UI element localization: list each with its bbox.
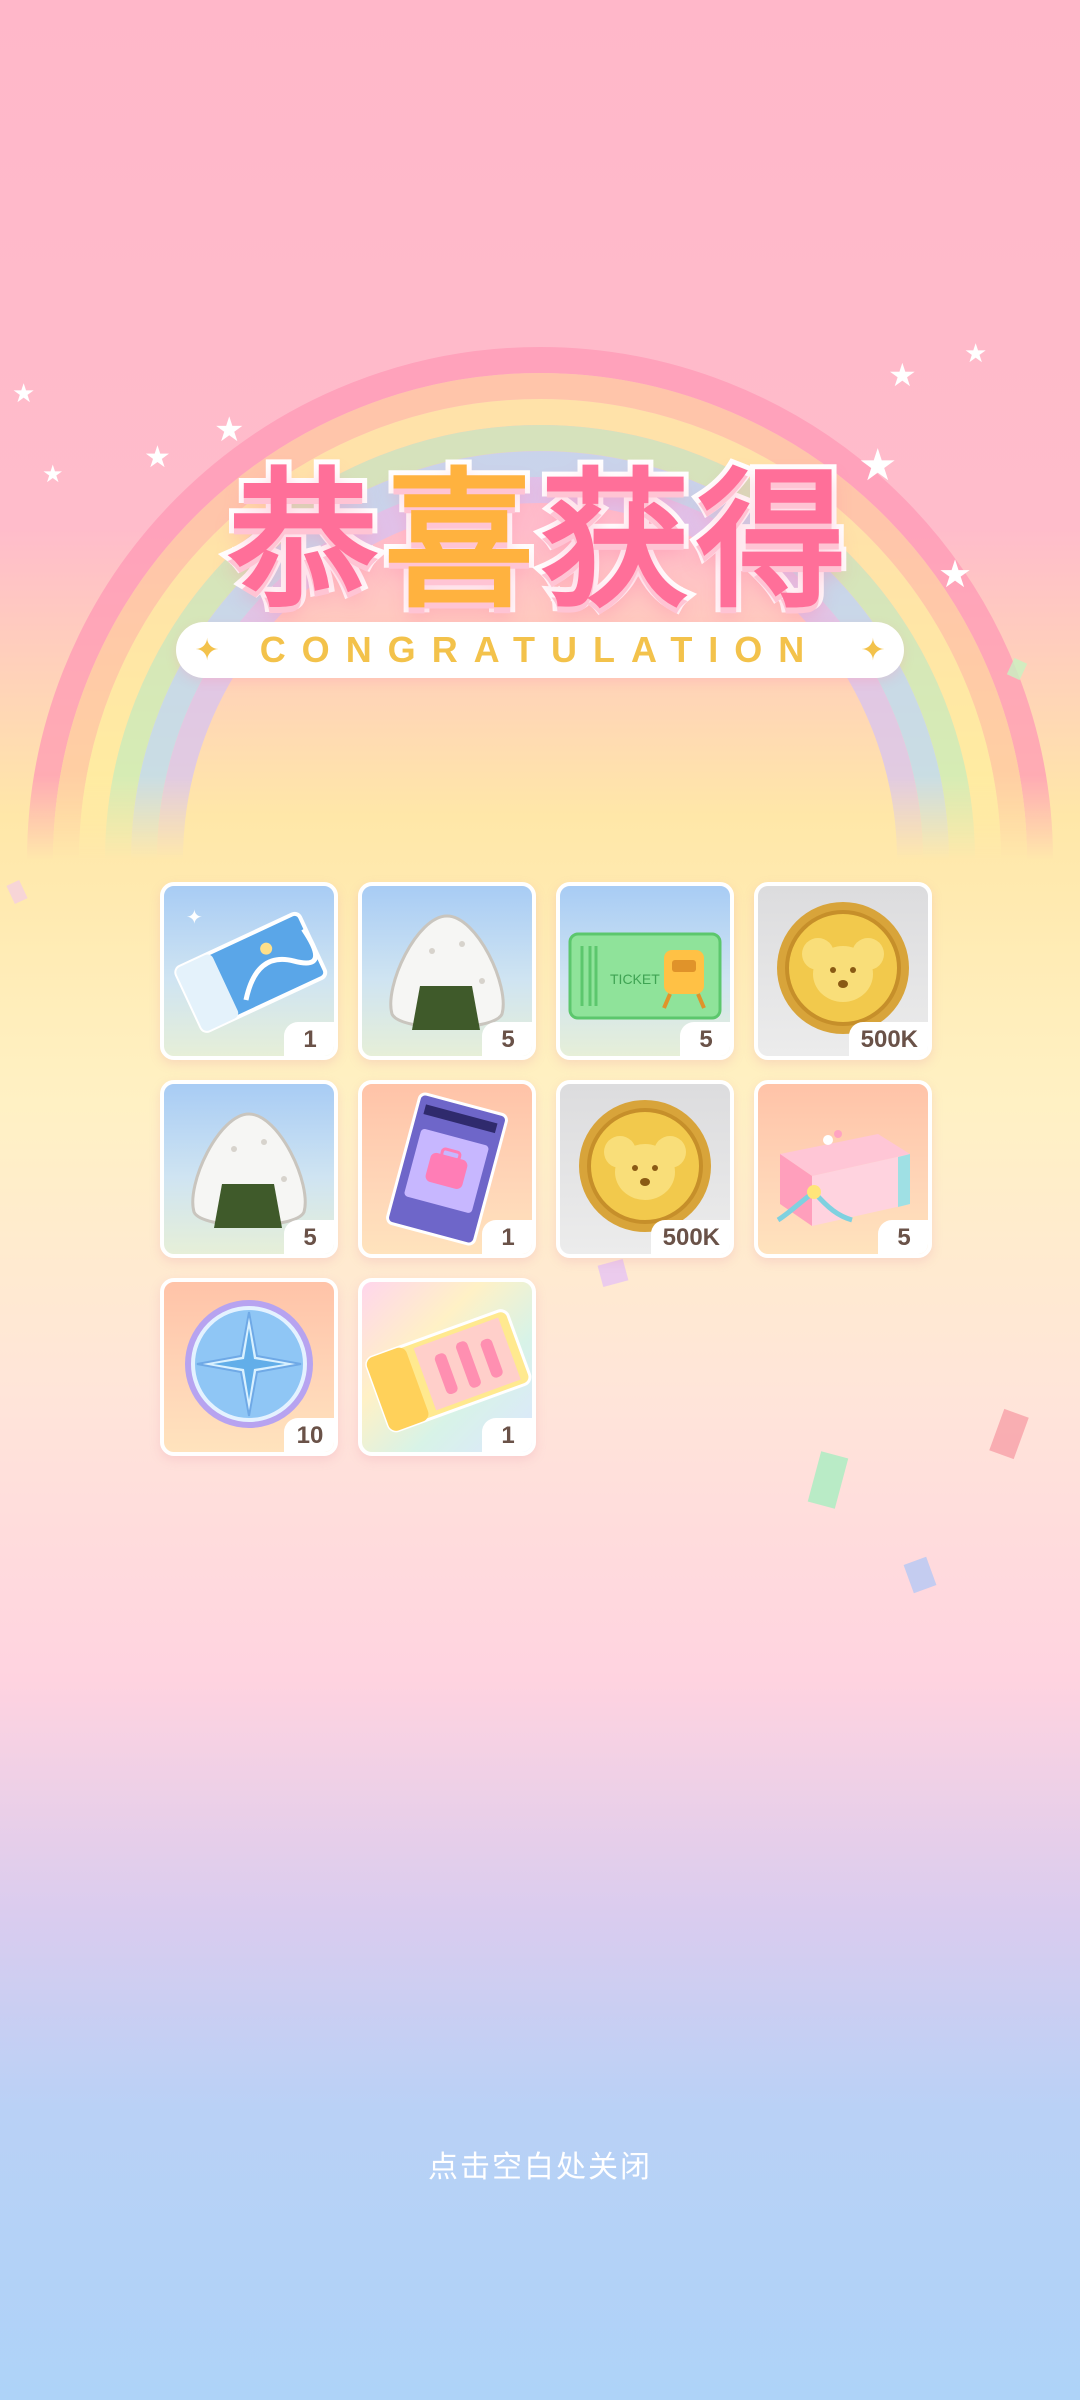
reward-count: 1 — [284, 1022, 334, 1056]
reward-count: 500K — [848, 1022, 928, 1056]
congratulation-banner: ✦ CONGRATULATION ✦ — [176, 622, 904, 678]
reward-count: 5 — [284, 1220, 334, 1254]
reward-count: 5 — [878, 1220, 928, 1254]
title-char: 得 — [691, 450, 853, 634]
star-icon: ★ — [888, 357, 917, 393]
reward-item[interactable]: 1 — [358, 1278, 536, 1456]
star-icon: ★ — [964, 338, 988, 368]
reward-item[interactable]: 5 — [160, 1080, 338, 1258]
reward-count: 1 — [482, 1220, 532, 1254]
reward-count: 10 — [284, 1418, 334, 1452]
title-block: 恭喜获得 — [0, 420, 1080, 637]
banner-text: CONGRATULATION — [259, 629, 821, 670]
reward-item[interactable]: 500K — [556, 1080, 734, 1258]
reward-item[interactable]: 5 — [358, 882, 536, 1060]
confetti-piece — [989, 1408, 1029, 1460]
sparkle-icon: ✦ — [860, 633, 886, 667]
congratulations-title: 恭喜获得 — [223, 420, 853, 637]
title-char: 恭 — [223, 450, 384, 634]
reward-count: 500K — [650, 1220, 730, 1254]
reward-item[interactable]: TICKET 5 — [556, 882, 734, 1060]
reward-item[interactable]: 10 — [160, 1278, 338, 1456]
sparkle-icon: ✦ — [194, 633, 220, 667]
reward-count: 5 — [680, 1022, 730, 1056]
reward-grid: ✦ 1 5 TICKET 5 500K 5 1 500K 5 10 1 — [160, 882, 932, 1456]
svg-text:✦: ✦ — [186, 907, 203, 929]
confetti-piece — [903, 1556, 937, 1594]
tap-to-close-hint[interactable]: 点击空白处关闭 — [0, 2142, 1080, 2186]
title-char: 获 — [535, 450, 697, 634]
star-icon: ★ — [12, 378, 36, 408]
reward-item[interactable]: 500K — [754, 882, 932, 1060]
reward-item[interactable]: 1 — [358, 1080, 536, 1258]
confetti-piece — [6, 879, 28, 905]
title-char: 喜 — [379, 450, 540, 634]
confetti-piece — [807, 1451, 849, 1509]
svg-text:TICKET: TICKET — [610, 971, 660, 987]
reward-item[interactable]: 5 — [754, 1080, 932, 1258]
reward-count: 1 — [482, 1418, 532, 1452]
reward-count: 5 — [482, 1022, 532, 1056]
reward-item[interactable]: ✦ 1 — [160, 882, 338, 1060]
